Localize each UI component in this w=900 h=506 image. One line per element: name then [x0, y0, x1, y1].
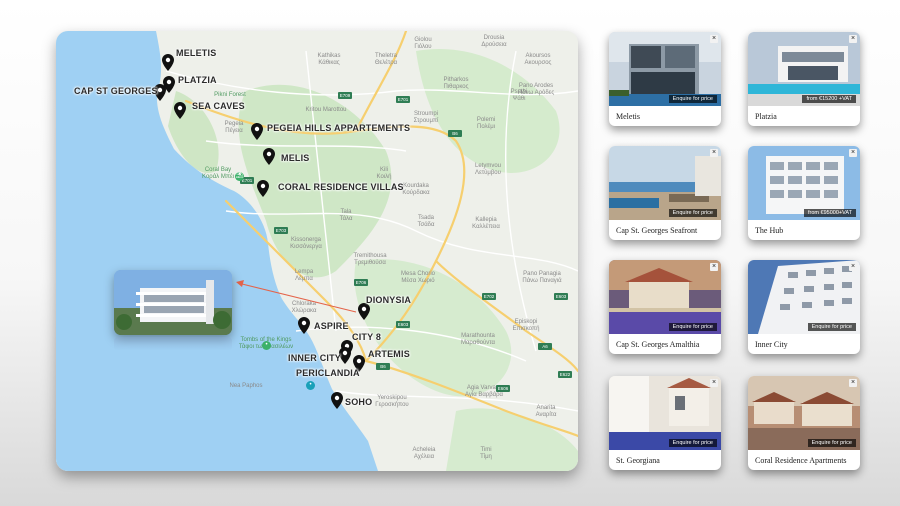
property-card-st-georgiana[interactable]: × Enquire for price St. Georgiana	[609, 376, 721, 470]
close-icon[interactable]: ×	[849, 263, 857, 271]
popup-reflection	[114, 337, 232, 351]
property-name[interactable]: Cap St. Georges Seafront	[616, 226, 697, 235]
property-name[interactable]: Cap St. Georges Amalthia	[616, 340, 699, 349]
property-card-cap-st-georges-amalthia[interactable]: × Enquire for price Cap St. Georges Amal…	[609, 260, 721, 354]
close-icon[interactable]: ×	[710, 149, 718, 157]
building-photo	[114, 270, 232, 335]
property-name[interactable]: Meletis	[616, 112, 640, 121]
property-name[interactable]: Inner City	[755, 340, 788, 349]
price-tag[interactable]: from €95000+VAT	[804, 209, 856, 217]
close-icon[interactable]: ×	[710, 263, 718, 271]
price-tag[interactable]: Enquire for price	[668, 95, 717, 103]
close-icon[interactable]: ×	[710, 35, 718, 43]
property-card-the-hub[interactable]: × from €95000+VAT The Hub	[748, 146, 860, 240]
property-card-meletis[interactable]: × Enquire for price Meletis	[609, 32, 721, 126]
price-tag[interactable]: Enquire for price	[668, 439, 717, 447]
property-card-inner-city[interactable]: × Enquire for price Inner City	[748, 260, 860, 354]
price-tag[interactable]: Enquire for price	[668, 323, 717, 331]
property-card-coral-residence-apartments[interactable]: × Enquire for price Coral Residence Apar…	[748, 376, 860, 470]
close-icon[interactable]: ×	[849, 149, 857, 157]
popup-pointer-arrow	[236, 280, 357, 313]
map-popup-thumbnail[interactable]	[114, 270, 232, 335]
price-tag[interactable]: from €15200 +VAT	[802, 95, 856, 103]
property-name[interactable]: Platzia	[755, 112, 777, 121]
property-name[interactable]: St. Georgiana	[616, 456, 660, 465]
close-icon[interactable]: ×	[710, 379, 718, 387]
property-card-cap-st-georges-seafront[interactable]: × Enquire for price Cap St. Georges Seaf…	[609, 146, 721, 240]
price-tag[interactable]: Enquire for price	[807, 323, 856, 331]
close-icon[interactable]: ×	[849, 35, 857, 43]
price-tag[interactable]: Enquire for price	[807, 439, 856, 447]
property-card-platzia[interactable]: × from €15200 +VAT Platzia	[748, 32, 860, 126]
property-name[interactable]: The Hub	[755, 226, 783, 235]
property-name[interactable]: Coral Residence Apartments	[755, 456, 847, 465]
price-tag[interactable]: Enquire for price	[668, 209, 717, 217]
close-icon[interactable]: ×	[849, 379, 857, 387]
map-view[interactable]: Giolou Γιόλου Drousia Δρούσεια Kathikas …	[56, 31, 578, 471]
